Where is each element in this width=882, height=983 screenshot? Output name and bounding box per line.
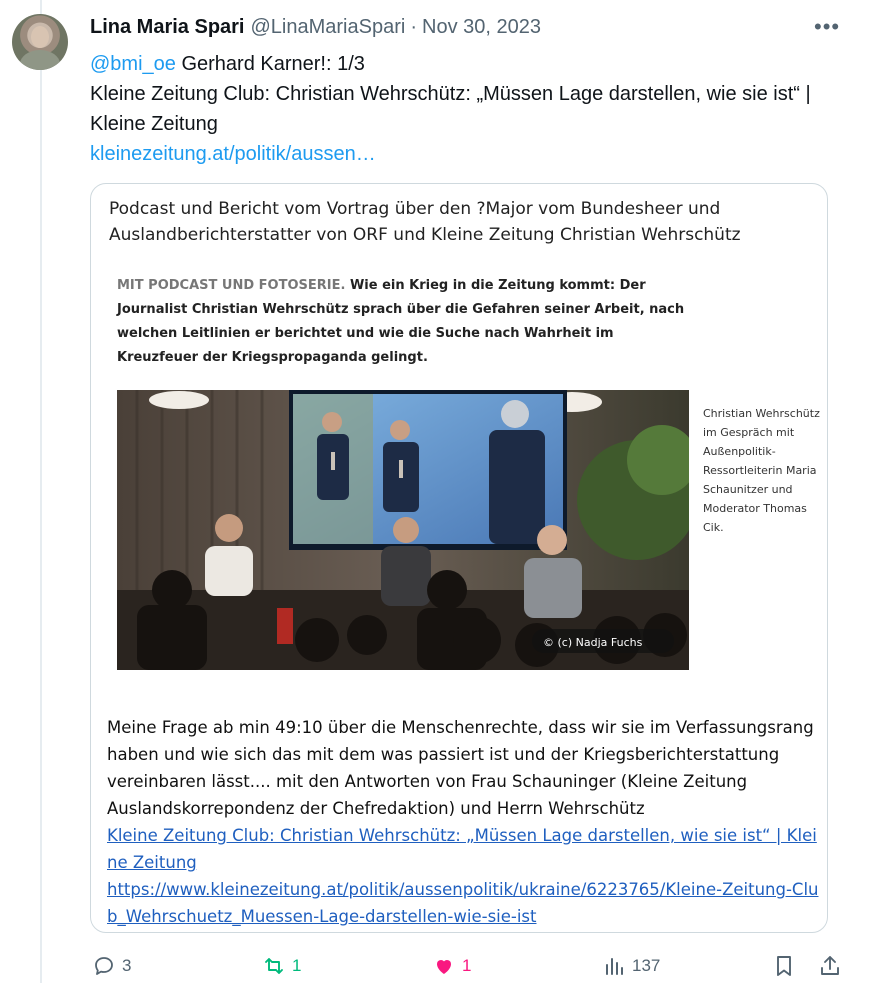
author-name[interactable]: Lina Maria Spari: [90, 16, 245, 39]
like-button[interactable]: 1: [432, 954, 471, 978]
views-chart-icon: [606, 958, 623, 975]
reply-button[interactable]: 3: [92, 954, 131, 978]
views-count: 137: [632, 956, 661, 975]
mention-link[interactable]: @bmi_oe: [90, 53, 176, 75]
card-body-text: Meine Frage ab min 49:10 über die Mensch…: [107, 718, 814, 818]
photo-caption: Christian Wehrschütz im Gespräch mit Auß…: [703, 407, 820, 534]
heart-icon: [437, 960, 451, 974]
article-title-link[interactable]: Kleine Zeitung Club: Christian Wehrschüt…: [107, 826, 817, 872]
header-separator: ·: [410, 16, 417, 38]
tweet-url-link[interactable]: kleinezeitung.at/politik/aussen…: [90, 143, 376, 165]
article-kicker: MIT PODCAST UND FOTOSERIE.: [117, 278, 346, 293]
repost-button[interactable]: 1: [262, 954, 301, 978]
tweet-action-bar: 3 1 1 137: [0, 954, 882, 978]
bookmark-button[interactable]: [772, 954, 796, 978]
share-button[interactable]: [818, 954, 842, 978]
event-photo: © (c) Nadja Fuchs: [117, 390, 689, 670]
repost-count: 1: [292, 956, 302, 975]
views-button[interactable]: 137: [602, 954, 660, 978]
card-body: Meine Frage ab min 49:10 über die Mensch…: [107, 714, 819, 930]
repost-icon: [265, 958, 283, 974]
tweet-text: @bmi_oe Gerhard Karner!: 1/3 Kleine Zeit…: [90, 49, 830, 169]
reply-count: 3: [122, 956, 132, 975]
tweet-line1: Gerhard Karner!: 1/3: [175, 53, 365, 75]
avatar[interactable]: [12, 14, 68, 70]
article-url-link[interactable]: https://www.kleinezeitung.at/politik/aus…: [107, 880, 818, 926]
avatar-shirt: [20, 50, 60, 70]
avatar-face: [31, 26, 49, 48]
like-count: 1: [462, 956, 472, 975]
tweet-date[interactable]: Nov 30, 2023: [422, 16, 541, 39]
reply-icon: [95, 957, 113, 975]
thread-rail: [40, 0, 42, 983]
attached-image-card[interactable]: Podcast und Bericht vom Vortrag über den…: [90, 183, 828, 933]
bookmark-icon: [777, 956, 791, 976]
event-photo-illustration: © (c) Nadja Fuchs: [117, 390, 689, 670]
share-icon: [821, 956, 839, 975]
author-handle[interactable]: @LinaMariaSpari: [251, 16, 406, 39]
article-teaser: MIT PODCAST UND FOTOSERIE. Wie ein Krieg…: [117, 274, 697, 370]
card-intro-text: Podcast und Bericht vom Vortrag über den…: [109, 199, 741, 245]
more-options-button[interactable]: •••: [814, 14, 840, 40]
tweet-header: Lina Maria Spari @LinaMariaSpari · Nov 3…: [90, 16, 541, 39]
photo-credit: © (c) Nadja Fuchs: [543, 636, 643, 649]
tweet-line2: Kleine Zeitung Club: Christian Wehrschüt…: [90, 83, 811, 135]
